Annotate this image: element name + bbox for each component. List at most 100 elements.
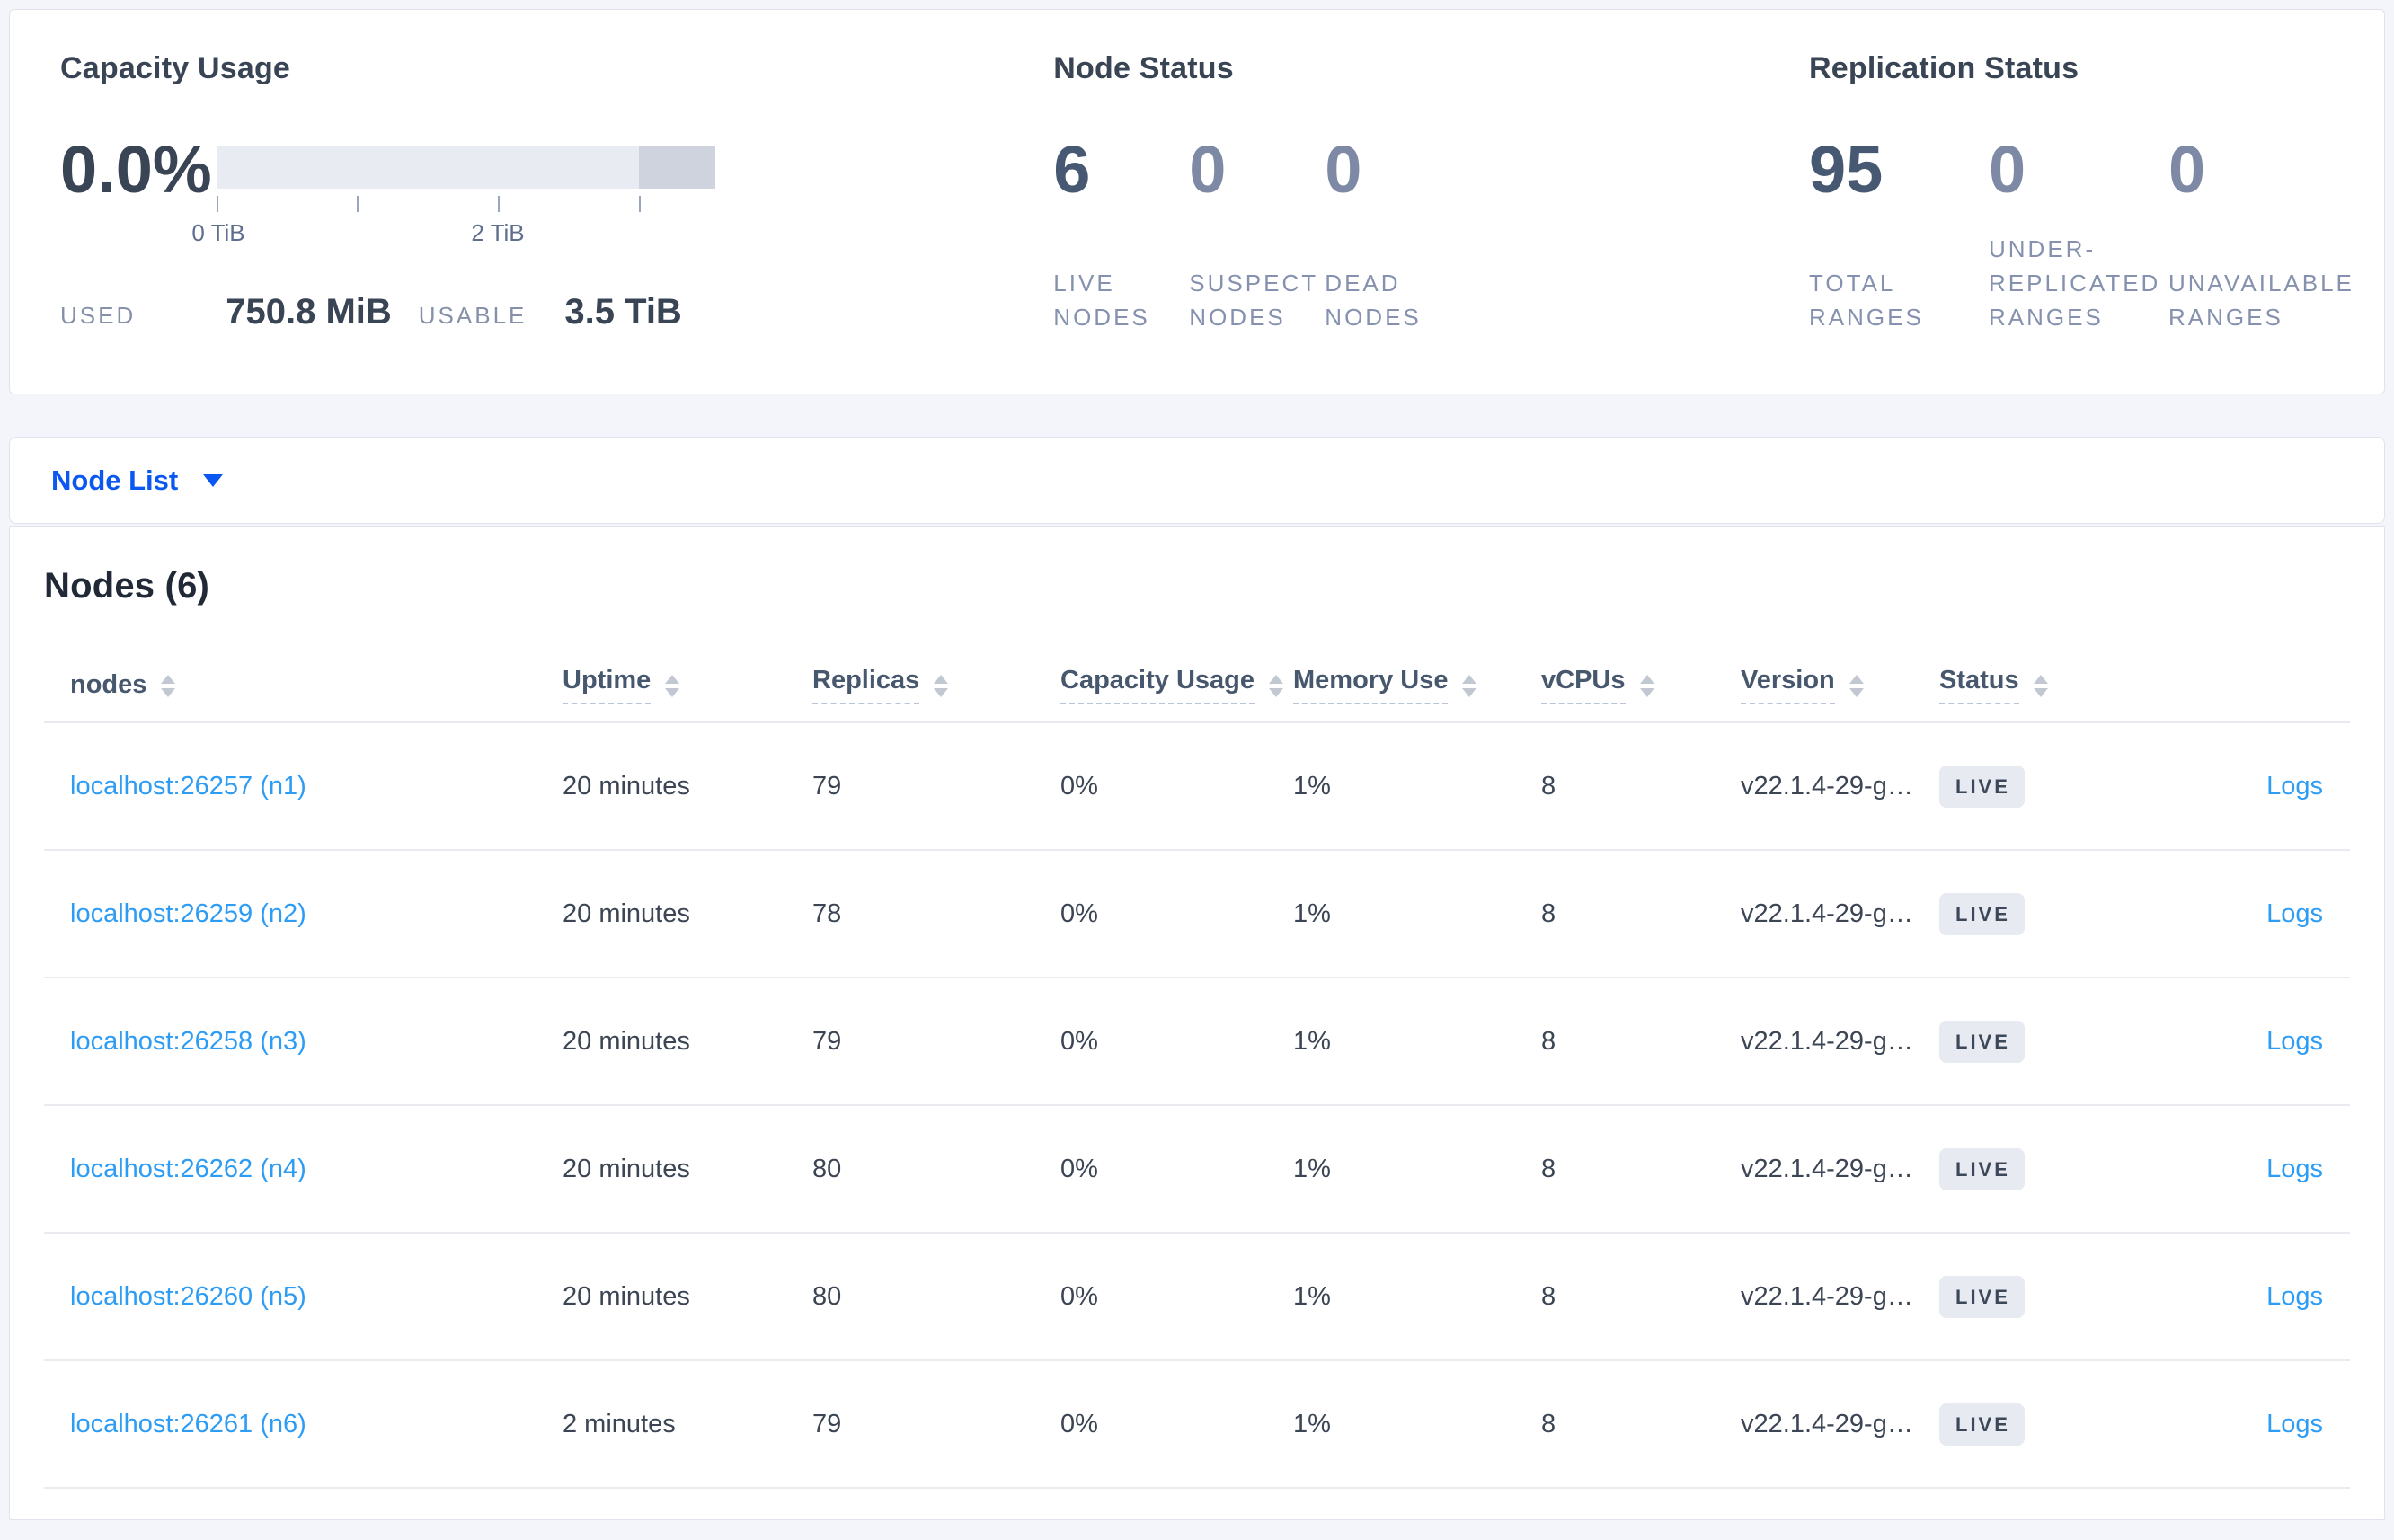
vcpus-cell: 8 [1541, 1026, 1556, 1056]
uptime-cell: 20 minutes [563, 771, 690, 801]
logs-link[interactable]: Logs [2266, 1282, 2323, 1312]
dead-nodes-stat: 0 DEAD NODES [1325, 137, 1460, 336]
column-header-replicas[interactable]: Replicas [812, 666, 1060, 704]
column-header-capacity-usage[interactable]: Capacity Usage [1060, 666, 1293, 704]
version-cell: v22.1.4-29-g… [1741, 1409, 1913, 1438]
axis-tick-label: 0 TiB [191, 219, 245, 246]
nodes-table-heading: Nodes (6) [44, 566, 210, 606]
version-cell: v22.1.4-29-g… [1741, 898, 1913, 928]
logs-link[interactable]: Logs [2266, 772, 2323, 801]
sort-icon [665, 674, 680, 697]
column-header-uptime[interactable]: Uptime [563, 666, 812, 704]
node-link[interactable]: localhost:26262 (n4) [70, 1155, 563, 1184]
used-value: 750.8 MiB [226, 292, 392, 332]
table-row: localhost:26261 (n6) 2 minutes 79 0% 1% … [44, 1361, 2350, 1489]
vcpus-cell: 8 [1541, 1281, 1556, 1311]
unavailable-ranges-value: 0 [2168, 132, 2206, 207]
node-status-panel: Node Status 6 LIVE NODES 0 SUSPECT NODES… [1053, 51, 1809, 394]
node-link[interactable]: localhost:26257 (n1) [70, 772, 563, 801]
node-link[interactable]: localhost:26261 (n6) [70, 1410, 563, 1439]
table-row: localhost:26258 (n3) 20 minutes 79 0% 1%… [44, 978, 2350, 1106]
table-row: localhost:26262 (n4) 20 minutes 80 0% 1%… [44, 1106, 2350, 1234]
status-badge: LIVE [1939, 1275, 2025, 1318]
replicas-cell: 78 [812, 898, 842, 928]
logs-link[interactable]: Logs [2266, 1155, 2323, 1184]
total-ranges-stat: 95 TOTAL RANGES [1809, 137, 1989, 336]
version-cell: v22.1.4-29-g… [1741, 771, 1913, 801]
sort-icon [1849, 674, 1864, 697]
table-row: localhost:26260 (n5) 20 minutes 80 0% 1%… [44, 1234, 2350, 1361]
axis-tick-label: 2 TiB [471, 219, 525, 246]
memory-cell: 1% [1293, 1409, 1331, 1438]
vcpus-cell: 8 [1541, 771, 1556, 801]
node-link[interactable]: localhost:26259 (n2) [70, 899, 563, 929]
live-nodes-stat: 6 LIVE NODES [1053, 137, 1189, 336]
axis-tick [217, 196, 218, 212]
memory-cell: 1% [1293, 771, 1331, 801]
uptime-cell: 2 minutes [563, 1409, 676, 1438]
logs-link[interactable]: Logs [2266, 1027, 2323, 1057]
nodes-table-header: nodes Uptime Replicas Capacity Usage Mem… [44, 648, 2350, 723]
column-header-memory-use[interactable]: Memory Use [1293, 666, 1541, 704]
node-link[interactable]: localhost:26258 (n3) [70, 1027, 563, 1057]
column-header-status[interactable]: Status [1939, 666, 2164, 704]
column-header-vcpus[interactable]: vCPUs [1541, 666, 1741, 704]
nodes-table: nodes Uptime Replicas Capacity Usage Mem… [44, 648, 2350, 1489]
usable-label: USABLE [418, 302, 528, 329]
usable-value: 3.5 TiB [564, 292, 682, 332]
total-ranges-label: TOTAL RANGES [1809, 270, 1924, 331]
capacity-cell: 0% [1060, 1154, 1098, 1183]
under-replicated-ranges-label: UNDER-REPLICATED RANGES [1989, 235, 2161, 331]
status-badge: LIVE [1939, 1020, 2025, 1063]
node-status-title: Node Status [1053, 51, 1234, 85]
status-cell: LIVE [1939, 1020, 2164, 1063]
axis-tick [498, 196, 500, 212]
version-cell: v22.1.4-29-g… [1741, 1281, 1913, 1311]
logs-link[interactable]: Logs [2266, 1410, 2323, 1439]
live-nodes-value: 6 [1053, 132, 1091, 207]
status-cell: LIVE [1939, 1403, 2164, 1446]
capacity-cell: 0% [1060, 1026, 1098, 1056]
replicas-cell: 79 [812, 771, 842, 801]
nodes-table-card: Nodes (6) nodes Uptime Replicas Capacity… [9, 526, 2385, 1520]
vcpus-cell: 8 [1541, 1154, 1556, 1183]
suspect-nodes-label: SUSPECT NODES [1189, 270, 1318, 331]
axis-tick [357, 196, 359, 212]
column-header-nodes[interactable]: nodes [70, 670, 563, 700]
capacity-usage-title: Capacity Usage [60, 51, 291, 85]
status-badge: LIVE [1939, 1147, 2025, 1190]
total-ranges-value: 95 [1809, 132, 1884, 207]
uptime-cell: 20 minutes [563, 1281, 690, 1311]
live-nodes-label: LIVE NODES [1053, 270, 1150, 331]
status-cell: LIVE [1939, 765, 2164, 808]
uptime-cell: 20 minutes [563, 898, 690, 928]
replicas-cell: 80 [812, 1154, 842, 1183]
replicas-cell: 79 [812, 1409, 842, 1438]
column-header-version[interactable]: Version [1741, 666, 1939, 704]
memory-cell: 1% [1293, 898, 1331, 928]
status-badge: LIVE [1939, 892, 2025, 935]
used-label: USED [60, 302, 137, 329]
capacity-bar [217, 146, 715, 189]
replication-status-title: Replication Status [1809, 51, 2079, 85]
suspect-nodes-value: 0 [1189, 132, 1227, 207]
view-selector-bar: Node List [9, 437, 2385, 524]
vcpus-cell: 8 [1541, 1409, 1556, 1438]
status-badge: LIVE [1939, 765, 2025, 808]
replication-status-panel: Replication Status 95 TOTAL RANGES 0 UND… [1809, 51, 2354, 394]
replicas-cell: 79 [812, 1026, 842, 1056]
memory-cell: 1% [1293, 1026, 1331, 1056]
memory-cell: 1% [1293, 1281, 1331, 1311]
status-cell: LIVE [1939, 892, 2164, 935]
under-replicated-ranges-value: 0 [1989, 132, 2026, 207]
version-cell: v22.1.4-29-g… [1741, 1026, 1913, 1056]
sort-icon [2033, 674, 2048, 697]
unavailable-ranges-label: UNAVAILABLE RANGES [2168, 270, 2354, 331]
sort-icon [1462, 674, 1477, 697]
capacity-usage-panel: Capacity Usage 0.0% 0 TiB 2 TiB USED 750… [51, 51, 1053, 394]
node-list-dropdown[interactable]: Node List [51, 465, 224, 497]
sort-icon [1269, 674, 1283, 697]
node-link[interactable]: localhost:26260 (n5) [70, 1282, 563, 1312]
replicas-cell: 80 [812, 1281, 842, 1311]
logs-link[interactable]: Logs [2266, 899, 2323, 929]
